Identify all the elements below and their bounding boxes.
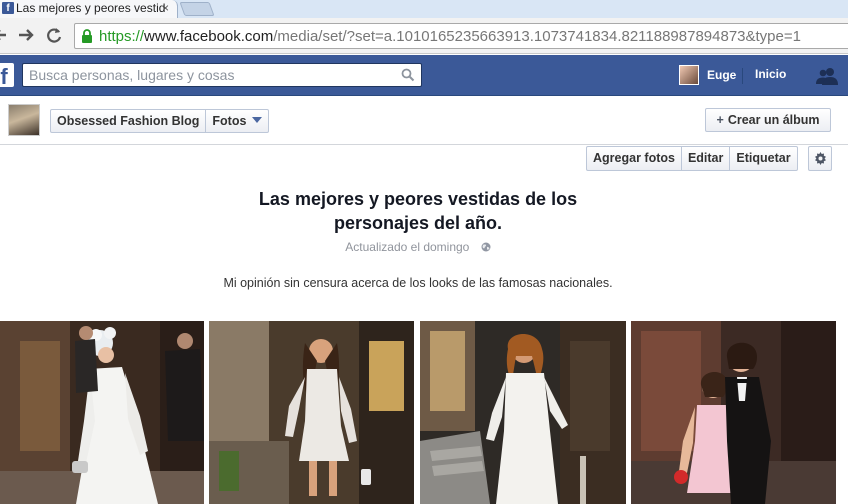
chevron-down-icon — [252, 117, 263, 123]
tab-close-icon[interactable]: × — [162, 1, 169, 15]
tab-title: Las mejores y peores vestid — [16, 1, 166, 15]
tag-button[interactable]: Etiquetar — [729, 147, 796, 170]
album-photo-1[interactable] — [0, 321, 204, 504]
facebook-top-bar: f Euge Inicio — [0, 55, 848, 96]
user-name: Euge — [707, 68, 737, 82]
plus-icon: + — [716, 113, 724, 127]
album-actions: Agregar fotos Editar Etiquetar — [586, 146, 798, 171]
updated-text[interactable]: Actualizado el domingo — [345, 240, 469, 254]
browser-tabstrip: f Las mejores y peores vestid × — [0, 0, 848, 18]
profile-link[interactable]: Euge — [679, 64, 736, 86]
facebook-favicon-icon: f — [2, 2, 14, 14]
url-scheme: https:// — [99, 28, 145, 45]
gear-icon — [815, 152, 826, 165]
search-input[interactable] — [29, 66, 389, 84]
divider — [742, 68, 743, 84]
avatar — [679, 65, 699, 85]
album-title-line-1: Las mejores y peores vestidas de los — [258, 189, 578, 209]
forward-arrow-icon[interactable] — [16, 24, 36, 46]
album-title: Las mejores y peores vestidas de los per… — [218, 187, 618, 235]
create-album-button[interactable]: + Crear un álbum — [705, 108, 831, 132]
facebook-logo[interactable]: f — [0, 63, 14, 89]
new-tab-button[interactable] — [179, 2, 215, 16]
home-link[interactable]: Inicio — [755, 67, 786, 81]
address-bar[interactable]: https://www.facebook.com/media/set/?set=… — [74, 23, 848, 49]
globe-icon[interactable] — [481, 242, 491, 252]
album-photo-3[interactable] — [420, 321, 626, 504]
page-name-link[interactable]: Obsessed Fashion Blog — [51, 110, 205, 132]
edit-button[interactable]: Editar — [680, 147, 729, 170]
album-photo-4[interactable] — [631, 321, 836, 504]
album-title-line-2: personajes del año. — [333, 213, 503, 233]
search-box — [22, 63, 422, 87]
photos-dropdown[interactable]: Fotos — [205, 110, 268, 132]
friends-icon[interactable] — [815, 66, 839, 86]
browser-tab[interactable]: f Las mejores y peores vestid × — [0, 0, 178, 18]
reload-icon[interactable] — [44, 24, 64, 46]
back-arrow-icon[interactable] — [0, 24, 12, 46]
add-photos-button[interactable]: Agregar fotos — [587, 147, 681, 170]
page-header: Obsessed Fashion Blog Fotos + Crear un ál… — [0, 96, 848, 145]
breadcrumb: Obsessed Fashion Blog Fotos — [50, 109, 270, 133]
photos-dropdown-label: Fotos — [212, 114, 247, 128]
url-domain: www.facebook.com — [144, 28, 274, 45]
browser-toolbar: https://www.facebook.com/media/set/?set=… — [0, 18, 848, 54]
create-album-label: Crear un álbum — [727, 113, 820, 127]
url-path: /media/set/?set=a.1010165235663913.10737… — [273, 28, 801, 45]
album-photo-2[interactable] — [209, 321, 414, 504]
album-description: Mi opinión sin censura acerca de los loo… — [223, 276, 613, 290]
search-icon[interactable] — [401, 68, 415, 82]
url-text: https://www.facebook.com/media/set/?set=… — [99, 28, 801, 45]
page-avatar[interactable] — [8, 104, 40, 136]
album-updated: Actualizado el domingo — [218, 240, 618, 254]
lock-icon — [82, 29, 92, 43]
album-settings-button[interactable] — [808, 146, 832, 171]
